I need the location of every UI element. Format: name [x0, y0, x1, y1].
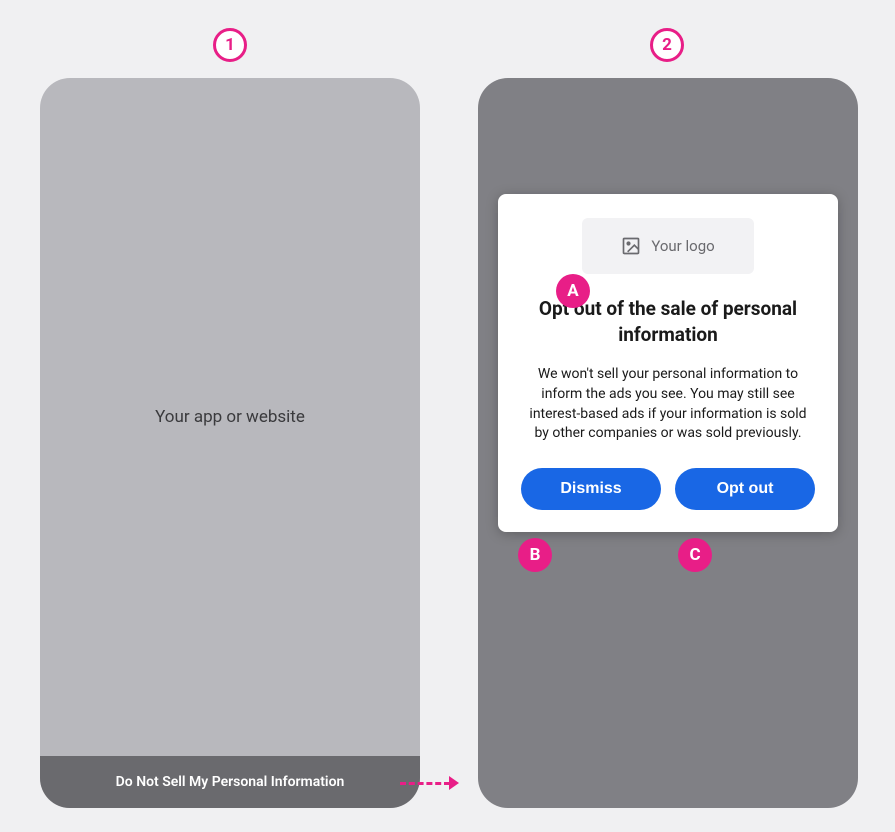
- annotation-label: A: [567, 281, 578, 301]
- annotation-b: B: [518, 538, 552, 572]
- logo-placeholder: Your logo: [582, 218, 754, 274]
- arrow-line: [400, 782, 450, 785]
- do-not-sell-link-label: Do Not Sell My Personal Information: [116, 774, 345, 790]
- screen-2: Your logo Opt out of the sale of persona…: [478, 78, 858, 808]
- do-not-sell-link[interactable]: Do Not Sell My Personal Information: [40, 756, 420, 808]
- step-badge-1: 1: [213, 28, 247, 62]
- step-badge-2: 2: [650, 28, 684, 62]
- annotation-c: C: [678, 538, 712, 572]
- opt-out-button-label: Opt out: [717, 480, 774, 497]
- logo-placeholder-text: Your logo: [651, 237, 714, 255]
- app-placeholder-area: Your app or website: [40, 78, 420, 756]
- step-number: 2: [662, 35, 672, 55]
- opt-out-button[interactable]: Opt out: [675, 468, 815, 510]
- annotation-a: A: [556, 274, 590, 308]
- dismiss-button-label: Dismiss: [560, 480, 621, 497]
- dismiss-button[interactable]: Dismiss: [521, 468, 661, 510]
- screen-1: Your app or website Do Not Sell My Perso…: [40, 78, 420, 808]
- flow-arrow: [400, 776, 459, 790]
- opt-out-modal: Your logo Opt out of the sale of persona…: [498, 194, 838, 532]
- arrow-head-icon: [449, 776, 459, 790]
- modal-body-text: We won't sell your personal information …: [518, 365, 818, 443]
- modal-button-row: Dismiss Opt out: [518, 468, 818, 510]
- step-number: 1: [225, 35, 235, 55]
- app-placeholder-text: Your app or website: [155, 407, 305, 427]
- image-icon: [621, 236, 641, 256]
- annotation-label: C: [689, 545, 700, 565]
- annotation-label: B: [530, 545, 541, 565]
